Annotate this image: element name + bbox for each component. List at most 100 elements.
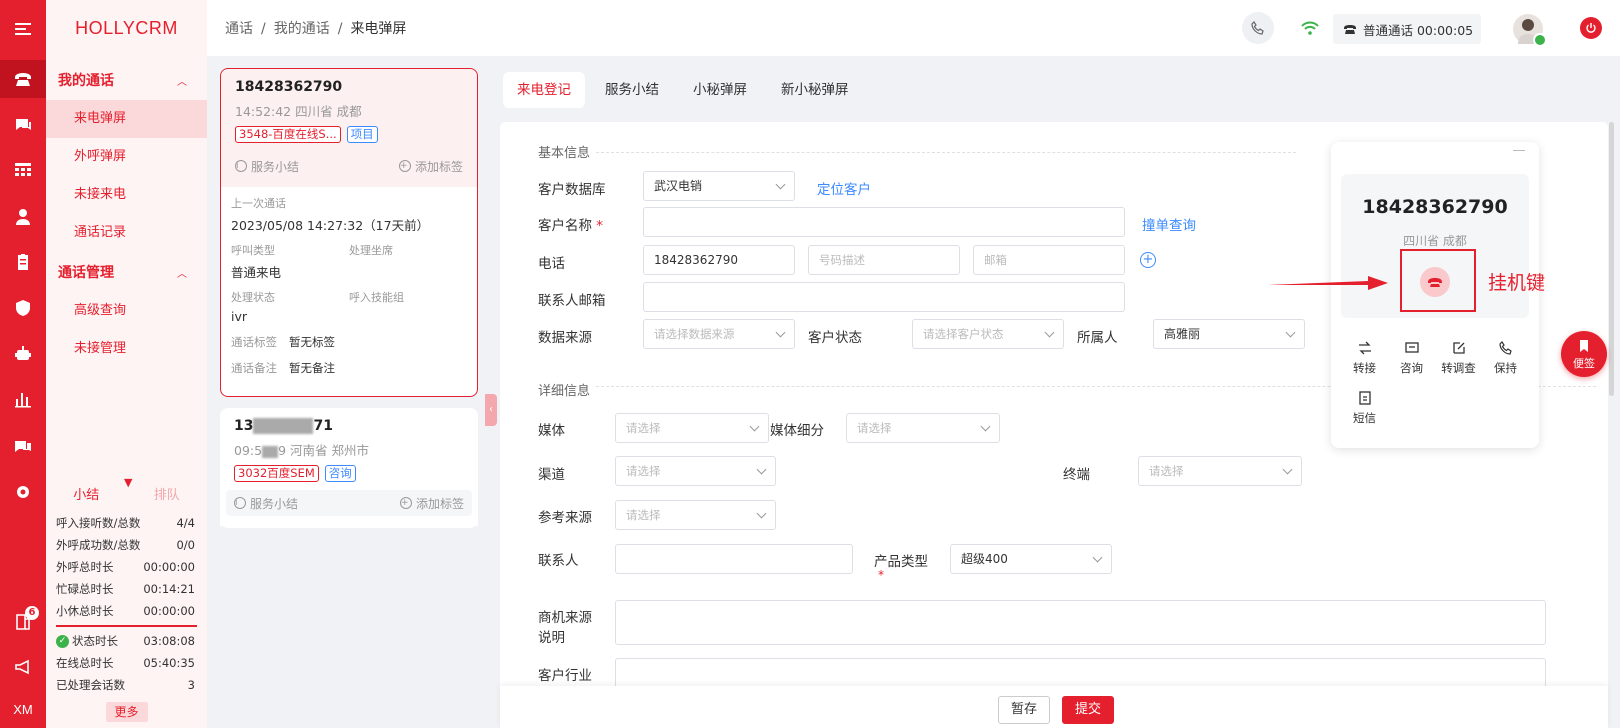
tab-queue[interactable]: 排队	[127, 484, 208, 503]
notice-icon[interactable]: 6	[0, 602, 46, 640]
user-initials[interactable]: XM	[0, 690, 46, 728]
softphone-icon[interactable]	[1242, 12, 1274, 44]
transfer-button[interactable]: 转接	[1341, 336, 1388, 386]
save-draft-button[interactable]: 暂存	[998, 696, 1051, 724]
industry-input[interactable]	[615, 658, 1546, 688]
nav-item-missed-calls[interactable]: 未接来电	[46, 176, 207, 214]
contact-input[interactable]	[615, 544, 853, 574]
nav-item-missed-management[interactable]: 未接管理	[46, 330, 207, 368]
consult-icon	[1404, 342, 1419, 353]
call-detail: 上一次通话 2023/05/08 14:27:32（17天前） 呼叫类型 普通来电…	[231, 197, 430, 375]
nav-group-my-calls[interactable]: 我的通话 ︿	[46, 60, 207, 100]
phone-desc-input[interactable]: 号码描述	[808, 245, 960, 275]
product-type-select[interactable]: 超级400	[950, 544, 1112, 574]
memo-button[interactable]: 便签	[1561, 331, 1607, 377]
chevron-up-icon: ︿	[177, 76, 187, 88]
phone-input[interactable]: 18428362790	[643, 245, 795, 275]
tab-call-registration[interactable]: 来电登记	[503, 72, 585, 108]
avatar[interactable]	[1513, 14, 1547, 47]
stats-panel: 小结 排队 ▼ 呼入接听数/总数 4/4 外呼成功数/总数 0/0 外呼总时长 00:…	[46, 474, 207, 728]
nav-group-call-management[interactable]: 通话管理 ︿	[46, 252, 207, 292]
consult-button[interactable]: 咨询	[1388, 336, 1435, 386]
chevron-down-icon	[775, 327, 786, 338]
announcement-icon[interactable]	[0, 648, 46, 686]
widget-caller-location: 四川省 成都	[1403, 234, 1467, 248]
call-meta: 09:5 9 河南省 郑州市	[234, 443, 369, 458]
reference-source-select[interactable]: 请选择	[615, 500, 776, 530]
call-card[interactable]: 18428362790 14:52:42 四川省 成都 3548-百度在线S..…	[220, 68, 478, 397]
collapse-handle-icon[interactable]: ‹	[485, 394, 497, 426]
chevron-down-icon	[980, 421, 991, 432]
chevron-down-icon	[1285, 327, 1296, 338]
edit-icon	[1452, 342, 1465, 354]
media-select[interactable]: 请选择	[615, 413, 769, 443]
call-card[interactable]: 13 71 09:5 9 河南省 郑州市 3032百度SEM 咨询 i 服务小结 + 添…	[220, 408, 478, 528]
scrollbar[interactable]	[1609, 122, 1614, 396]
service-summary-link[interactable]: i 服务小结	[235, 158, 299, 175]
plus-icon: +	[399, 497, 412, 509]
plus-icon: +	[398, 160, 411, 172]
chevron-down-icon	[775, 179, 786, 190]
phone-icon	[1344, 25, 1356, 34]
add-tag-link[interactable]: + 添加标签	[398, 158, 463, 175]
email-input[interactable]: 邮箱	[973, 245, 1125, 275]
nav-item-advanced-search[interactable]: 高级查询	[46, 292, 207, 330]
robot-icon[interactable]	[0, 335, 46, 373]
tab-summary[interactable]: 小结	[46, 484, 127, 503]
locate-customer-link[interactable]: 定位客户	[817, 178, 871, 198]
channel-select[interactable]: 请选择	[615, 456, 776, 486]
section-detail-info: 详细信息	[538, 384, 591, 399]
stat-row: 外呼总时长 00:00:00	[56, 560, 195, 574]
user-icon[interactable]	[0, 198, 46, 236]
filter-icon[interactable]: ▼	[124, 476, 132, 489]
customer-db-select[interactable]: 武汉电销	[643, 171, 795, 201]
sms-button[interactable]: 短信	[1341, 386, 1388, 436]
notice-badge: 6	[25, 606, 39, 620]
add-tag-link[interactable]: + 添加标签	[399, 495, 464, 512]
menu-toggle-icon[interactable]	[0, 10, 46, 48]
transfer-survey-button[interactable]: 转调查	[1435, 336, 1482, 386]
chat-icon[interactable]	[0, 106, 46, 144]
hangup-annotation: 挂机键	[1488, 272, 1546, 294]
phone-icon[interactable]	[0, 60, 46, 98]
tab-assistant-popup[interactable]: 小秘弹屏	[679, 72, 761, 108]
opportunity-source-textarea[interactable]	[615, 600, 1546, 645]
chevron-down-icon	[1044, 327, 1055, 338]
media-detail-select[interactable]: 请选择	[846, 413, 1000, 443]
more-button[interactable]: 更多	[105, 702, 148, 722]
form-footer: 暂存 提交	[500, 686, 1608, 728]
owner-select[interactable]: 高雅丽	[1153, 319, 1305, 349]
nav-item-incoming-popup[interactable]: 来电弹屏	[46, 100, 207, 138]
chevron-down-icon	[756, 508, 767, 519]
gear-icon[interactable]	[0, 473, 46, 511]
chevron-down-icon	[749, 421, 760, 432]
terminal-select[interactable]: 请选择	[1138, 456, 1302, 486]
call-status: 普通通话 00:00:05	[1333, 14, 1481, 44]
chevron-up-icon: ︿	[177, 268, 187, 280]
customer-status-select[interactable]: 请选择客户状态	[912, 319, 1064, 349]
contact-email-input[interactable]	[643, 282, 1125, 312]
nav-sidebar: HOLLYCRM 我的通话 ︿ 来电弹屏 外呼弹屏 未接来电 通话记录 通话管理…	[46, 0, 207, 728]
nav-item-call-records[interactable]: 通话记录	[46, 214, 207, 252]
customer-name-input[interactable]	[643, 207, 1125, 237]
message-icon[interactable]	[0, 428, 46, 466]
grid-icon[interactable]	[0, 151, 46, 189]
stat-row: 小休总时长 00:00:00	[56, 604, 195, 618]
hold-button[interactable]: 保持	[1482, 336, 1529, 386]
service-summary-link[interactable]: i 服务小结	[234, 495, 298, 512]
add-phone-icon[interactable]: +	[1140, 252, 1156, 268]
icon-rail: 6 XM	[0, 0, 46, 728]
nav-item-outgoing-popup[interactable]: 外呼弹屏	[46, 138, 207, 176]
caller-number: 18428362790	[235, 79, 343, 95]
power-icon[interactable]	[1580, 17, 1602, 39]
clipboard-icon[interactable]	[0, 243, 46, 281]
data-source-select[interactable]: 请选择数据来源	[643, 319, 795, 349]
shield-icon[interactable]	[0, 289, 46, 327]
bar-chart-icon[interactable]	[0, 380, 46, 418]
stat-row: 已处理会话数 3	[56, 678, 195, 692]
tab-new-assistant-popup[interactable]: 新小秘弹屏	[767, 72, 863, 108]
submit-button[interactable]: 提交	[1062, 696, 1115, 724]
tab-service-summary[interactable]: 服务小结	[591, 72, 673, 108]
minimize-icon[interactable]	[1513, 150, 1525, 151]
duplicate-check-link[interactable]: 撞单查询	[1142, 214, 1196, 234]
